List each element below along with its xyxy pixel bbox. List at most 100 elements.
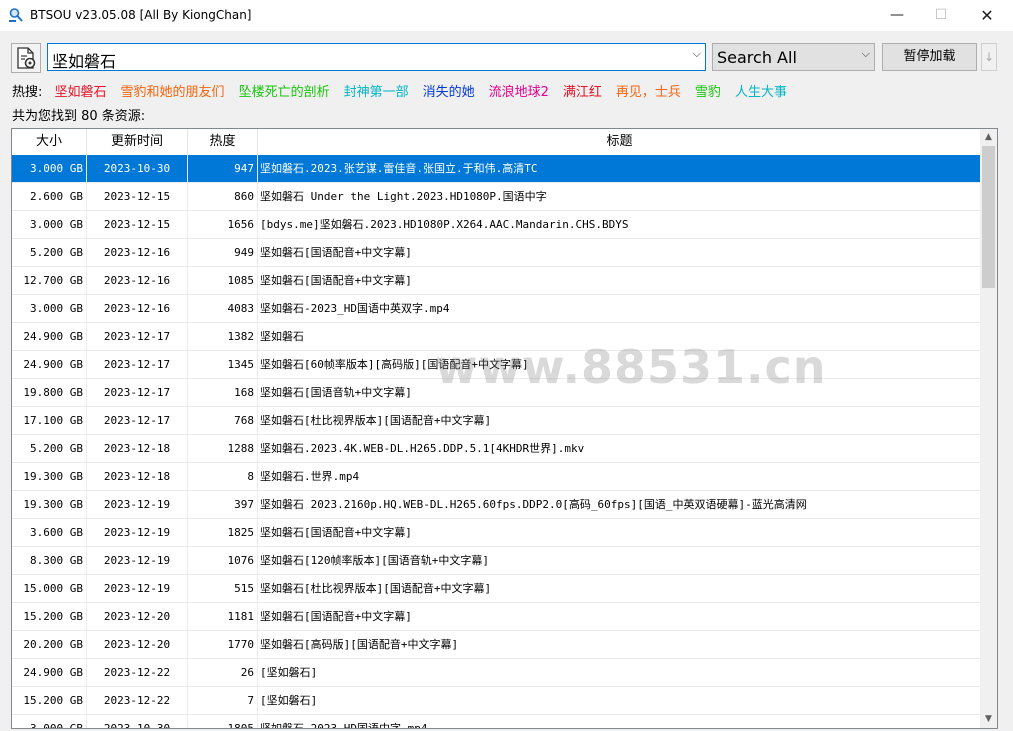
hot-search-item[interactable]: 人生大事 (735, 81, 787, 100)
hot-search-item[interactable]: 满江红 (563, 81, 602, 100)
hot-search-bar: 热搜: 坚如磐石 雪豹和她的朋友们 坠楼死亡的剖析 封神第一部 消失的她 流浪地球2 满江红… (12, 81, 801, 100)
table-row[interactable]: 15.200 GB 2023-12-20 1181 坚如磐石[国语配音+中文字幕] (12, 603, 981, 631)
scroll-down-arrow-icon[interactable]: ▼ (980, 711, 997, 728)
cell-heat: 860 (188, 183, 258, 210)
settings-document-button[interactable] (11, 43, 41, 73)
cell-title: 坚如磐石[国语配音+中文字幕] (260, 246, 412, 259)
cell-title: 坚如磐石[杜比视界版本][国语配音+中文字幕] (260, 414, 492, 427)
cell-heat: 1825 (188, 519, 258, 546)
cell-size: 5.200 GB (12, 239, 87, 266)
cell-date: 2023-10-30 (87, 155, 188, 182)
cell-heat: 26 (188, 659, 258, 686)
cell-size: 3.000 GB (12, 211, 87, 238)
title-bar: BTSOU v23.05.08 [All By KiongChan] — ☐ ✕ (0, 0, 1013, 31)
cell-heat: 397 (188, 491, 258, 518)
hot-search-item[interactable]: 流浪地球2 (489, 81, 549, 100)
cell-date: 2023-12-16 (87, 295, 188, 322)
table-row[interactable]: 5.200 GB 2023-12-18 1288 坚如磐石.2023.4K.WEB-D… (12, 435, 981, 463)
cell-heat: 949 (188, 239, 258, 266)
result-count: 共为您找到 80 条资源: (12, 109, 146, 124)
cell-date: 2023-12-17 (87, 379, 188, 406)
table-body: 3.000 GB 2023-10-30 947 坚如磐石.2023.张艺谋.雷佳音.张… (12, 155, 981, 729)
table-row[interactable]: 19.300 GB 2023-12-18 8 坚如磐石.世界.mp4 (12, 463, 981, 491)
table-row[interactable]: 2.600 GB 2023-12-15 860 坚如磐石 Under the Ligh… (12, 183, 981, 211)
cell-heat: 1805 (188, 715, 258, 728)
cell-title: 坚如磐石[国语音轨+中文字幕] (260, 386, 412, 399)
scrollbar-thumb[interactable] (982, 146, 995, 288)
table-row[interactable]: 3.000 GB 2023-12-15 1656 [bdys.me]坚如磐石.2023… (12, 211, 981, 239)
cell-heat: 1076 (188, 547, 258, 574)
cell-title: 坚如磐石 Under the Light.2023.HD1080P.国语中字 (260, 190, 547, 203)
cell-heat: 168 (188, 379, 258, 406)
cell-date: 2023-12-16 (87, 267, 188, 294)
table-row[interactable]: 17.100 GB 2023-12-17 768 坚如磐石[杜比视界版本][国语配音+… (12, 407, 981, 435)
search-mode-select[interactable]: Search All ⌵ (712, 43, 875, 71)
table-row[interactable]: 15.000 GB 2023-12-19 515 坚如磐石[杜比视界版本][国语配音+… (12, 575, 981, 603)
cell-size: 5.200 GB (12, 435, 87, 462)
search-input[interactable]: 坚如磐石 (52, 48, 116, 72)
cell-title: 坚如磐石-2023_HD国语中英双字.mp4 (260, 302, 450, 315)
close-button[interactable]: ✕ (964, 0, 1010, 31)
cell-title: 坚如磐石[120帧率版本][国语音轨+中文字幕] (260, 554, 489, 567)
pause-loading-button[interactable]: 暂停加载 (882, 43, 977, 71)
cell-date: 2023-12-17 (87, 351, 188, 378)
hot-search-item[interactable]: 雪豹和她的朋友们 (121, 81, 225, 100)
cell-date: 2023-12-15 (87, 211, 188, 238)
table-row[interactable]: 24.900 GB 2023-12-17 1345 坚如磐石[60帧率版本][高码版]… (12, 351, 981, 379)
table-row[interactable]: 12.700 GB 2023-12-16 1085 坚如磐石[国语配音+中文字幕] (12, 267, 981, 295)
chevron-down-icon[interactable]: ⌵ (862, 47, 870, 61)
column-header-date[interactable]: 更新时间 (87, 129, 188, 155)
table-row[interactable]: 19.800 GB 2023-12-17 168 坚如磐石[国语音轨+中文字幕] (12, 379, 981, 407)
table-row[interactable]: 5.200 GB 2023-12-16 949 坚如磐石[国语配音+中文字幕] (12, 239, 981, 267)
chevron-down-icon[interactable]: ⌵ (693, 47, 701, 61)
table-row[interactable]: 15.200 GB 2023-12-22 7 [坚如磐石] (12, 687, 981, 715)
hot-search-item[interactable]: 消失的她 (423, 81, 475, 100)
table-row[interactable]: 3.600 GB 2023-12-19 1825 坚如磐石[国语配音+中文字幕] (12, 519, 981, 547)
hot-search-item[interactable]: 坚如磐石 (55, 81, 107, 100)
cell-date: 2023-12-19 (87, 519, 188, 546)
cell-size: 3.000 GB (12, 715, 87, 728)
hot-search-item[interactable]: 封神第一部 (344, 81, 409, 100)
hot-search-item[interactable]: 再见，士兵 (616, 81, 681, 100)
scroll-up-arrow-icon[interactable]: ▲ (980, 129, 997, 146)
vertical-scrollbar[interactable]: ▲ ▼ (980, 129, 997, 728)
hot-search-item[interactable]: 雪豹 (695, 81, 721, 100)
table-row[interactable]: 3.000 GB 2023-10-30 947 坚如磐石.2023.张艺谋.雷佳音.张… (12, 155, 981, 183)
cell-title: 坚如磐石[国语配音+中文字幕] (260, 274, 412, 287)
table-row[interactable]: 19.300 GB 2023-12-19 397 坚如磐石 2023.2160p.HQ… (12, 491, 981, 519)
cell-date: 2023-12-18 (87, 435, 188, 462)
cell-title: 坚如磐石.世界.mp4 (260, 470, 360, 483)
cell-size: 12.700 GB (12, 267, 87, 294)
cell-size: 3.600 GB (12, 519, 87, 546)
cell-title: 坚如磐石-2023_HD国语中字.mp4 (260, 722, 428, 729)
table-row[interactable]: 3.000 GB 2023-12-16 4083 坚如磐石-2023_HD国语中英双字… (12, 295, 981, 323)
hot-search-item[interactable]: 坠楼死亡的剖析 (239, 81, 330, 100)
cell-date: 2023-12-19 (87, 547, 188, 574)
table-row[interactable]: 24.900 GB 2023-12-17 1382 坚如磐石 (12, 323, 981, 351)
settings-document-icon (17, 47, 36, 69)
cell-title: [坚如磐石] (260, 666, 318, 679)
cell-size: 20.200 GB (12, 631, 87, 658)
table-row[interactable]: 20.200 GB 2023-12-20 1770 坚如磐石[高码版][国语配音+中文… (12, 631, 981, 659)
cell-heat: 7 (188, 687, 258, 714)
table-row[interactable]: 3.000 GB 2023-10-30 1805 坚如磐石-2023_HD国语中字.m… (12, 715, 981, 729)
cell-size: 19.300 GB (12, 491, 87, 518)
cell-title: 坚如磐石 2023.2160p.HQ.WEB-DL.H265.60fps.DDP… (260, 498, 807, 511)
window-title: BTSOU v23.05.08 [All By KiongChan] (30, 8, 252, 22)
cell-heat: 1345 (188, 351, 258, 378)
column-header-title[interactable]: 标题 (258, 129, 981, 155)
maximize-button[interactable]: ☐ (918, 0, 964, 31)
cell-date: 2023-12-20 (87, 631, 188, 658)
table-row[interactable]: 24.900 GB 2023-12-22 26 [坚如磐石] (12, 659, 981, 687)
download-arrow-button[interactable]: ↓ (981, 43, 997, 71)
cell-heat: 768 (188, 407, 258, 434)
cell-date: 2023-12-20 (87, 603, 188, 630)
cell-date: 2023-12-22 (87, 659, 188, 686)
cell-size: 19.300 GB (12, 463, 87, 490)
table-row[interactable]: 8.300 GB 2023-12-19 1076 坚如磐石[120帧率版本][国语音轨… (12, 547, 981, 575)
column-header-size[interactable]: 大小 (12, 129, 87, 155)
search-combobox[interactable]: 坚如磐石 ⌵ (47, 43, 706, 71)
column-header-heat[interactable]: 热度 (188, 129, 258, 155)
minimize-button[interactable]: — (874, 0, 920, 31)
cell-heat: 515 (188, 575, 258, 602)
